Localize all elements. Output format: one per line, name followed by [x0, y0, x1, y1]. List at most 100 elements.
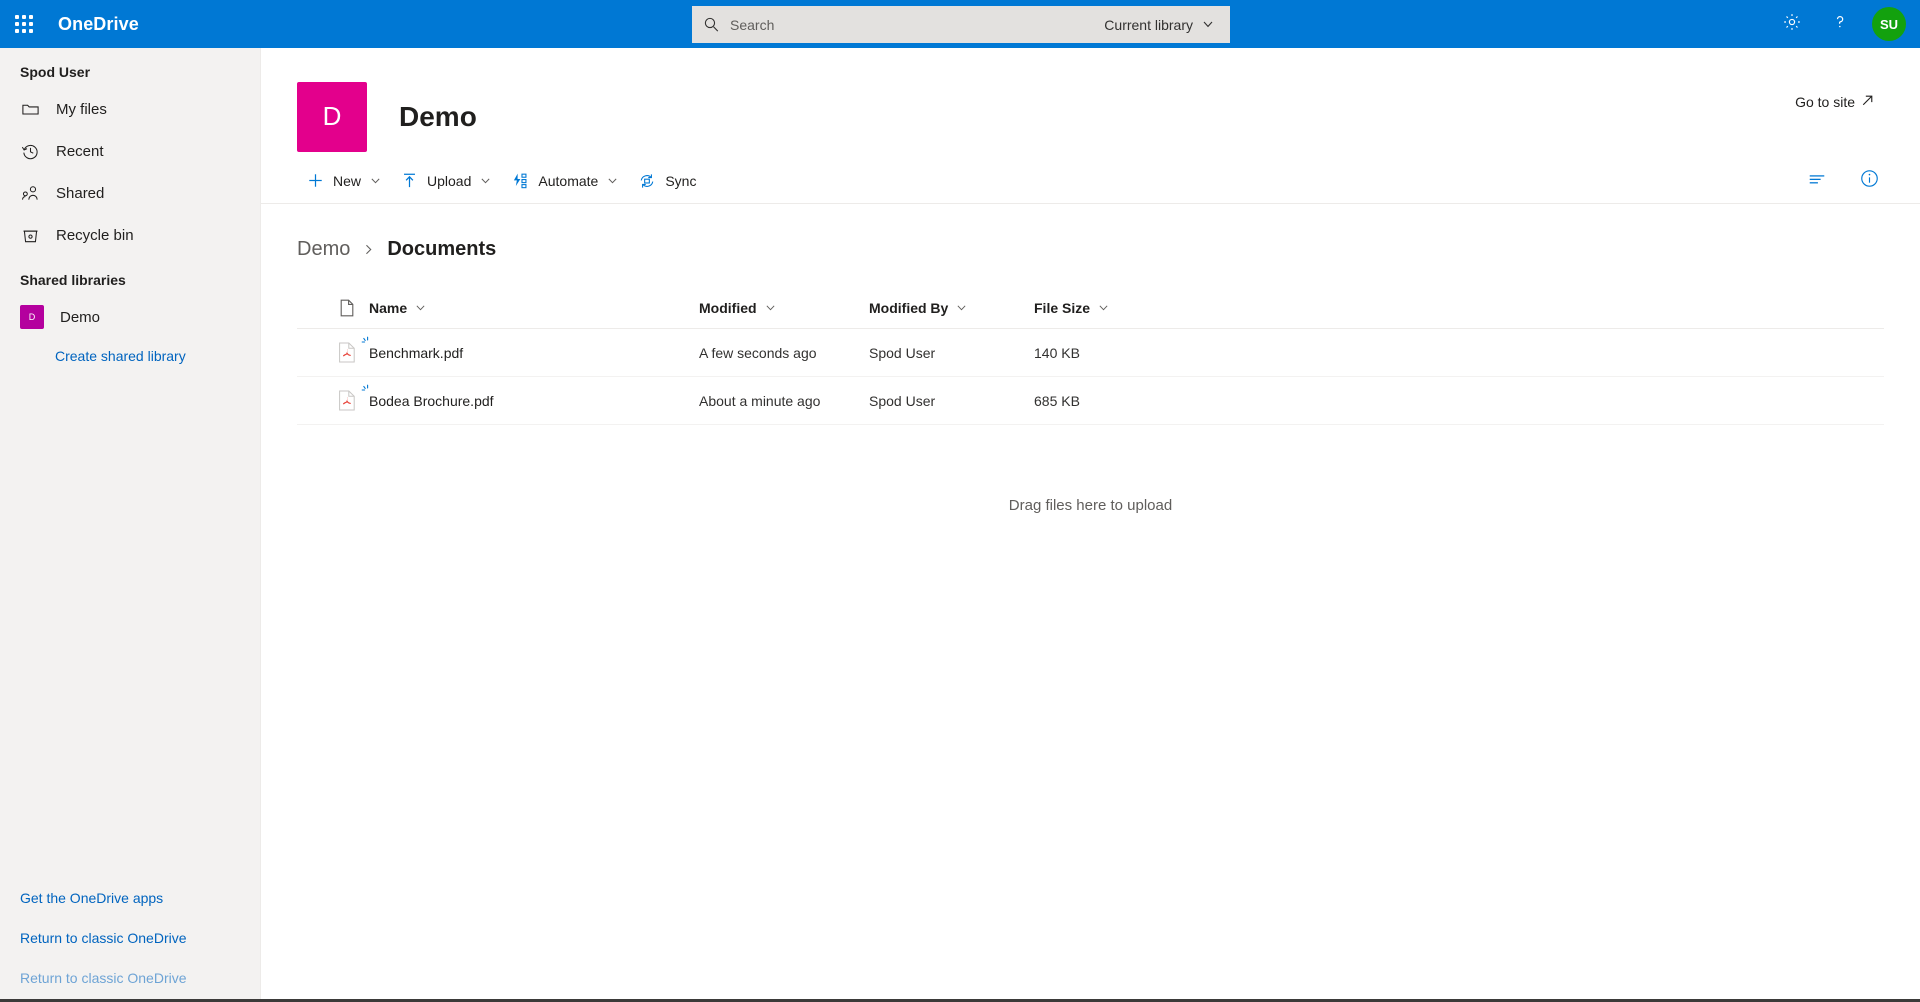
upload-button-label: Upload — [427, 173, 471, 189]
file-modified-cell: A few seconds ago — [699, 345, 869, 361]
column-header-name[interactable]: Name — [369, 287, 699, 328]
brand-title[interactable]: OneDrive — [58, 14, 139, 35]
table-row[interactable]: Benchmark.pdf A few seconds ago Spod Use… — [297, 329, 1884, 377]
file-modified-by-cell: Spod User — [869, 345, 1034, 361]
folder-icon — [20, 100, 40, 119]
create-shared-library-link[interactable]: Create shared library — [0, 338, 260, 374]
column-header-modified-by[interactable]: Modified By — [869, 287, 1034, 328]
sidebar-item-label: Recycle bin — [56, 227, 134, 244]
get-onedrive-apps-link[interactable]: Get the OneDrive apps — [0, 878, 260, 918]
clock-history-icon — [20, 142, 40, 161]
list-view-options-button[interactable] — [1800, 164, 1834, 198]
sidebar-item-recent[interactable]: Recent — [0, 130, 260, 172]
search-scope-selector[interactable]: Current library — [1094, 17, 1230, 33]
sidebar-item-label: Recent — [56, 143, 104, 160]
table-row[interactable]: Bodea Brochure.pdf About a minute ago Sp… — [297, 377, 1884, 425]
site-logo: D — [297, 82, 367, 152]
suite-bar: OneDrive Current library — [0, 0, 1920, 48]
sidebar-item-label: Shared — [56, 185, 104, 202]
main-content: D Demo Go to site New — [261, 48, 1920, 1002]
go-to-site-link[interactable]: Go to site — [1795, 94, 1874, 110]
app-launcher-button[interactable] — [0, 0, 48, 48]
chevron-down-icon — [1202, 17, 1214, 33]
chevron-down-icon — [370, 173, 381, 189]
people-icon — [20, 184, 40, 203]
file-modified-cell: About a minute ago — [699, 393, 869, 409]
column-header-file-size[interactable]: File Size — [1034, 287, 1154, 328]
sync-button-label: Sync — [665, 173, 696, 189]
upload-button[interactable]: Upload — [391, 162, 501, 200]
automate-button-label: Automate — [538, 173, 598, 189]
sidebar-item-library-demo[interactable]: D Demo — [0, 296, 260, 338]
new-button[interactable]: New — [297, 162, 391, 200]
chevron-down-icon — [607, 173, 618, 189]
sidebar-item-label: Demo — [60, 309, 100, 326]
search-box[interactable]: Current library — [692, 6, 1230, 43]
column-header-label: Name — [369, 300, 407, 316]
breadcrumb-item-documents: Documents — [387, 238, 496, 261]
new-item-icon — [359, 335, 373, 352]
column-header-modified[interactable]: Modified — [699, 287, 869, 328]
nav-user-name: Spod User — [0, 48, 260, 88]
file-size-cell: 685 KB — [1034, 393, 1884, 409]
automate-button[interactable]: Automate — [501, 162, 628, 200]
file-name-label: Benchmark.pdf — [369, 345, 463, 361]
file-name-label: Bodea Brochure.pdf — [369, 393, 494, 409]
help-icon — [1830, 12, 1850, 37]
library-tile-icon: D — [20, 305, 44, 329]
column-header-label: File Size — [1034, 300, 1090, 316]
file-list: Name Modified Modified By File Size — [261, 287, 1920, 514]
settings-button[interactable] — [1770, 2, 1814, 46]
column-header-label: Modified By — [869, 300, 948, 316]
column-header-label: Modified — [699, 300, 757, 316]
page-title: Demo — [399, 101, 477, 133]
automate-flow-icon — [511, 172, 529, 190]
upload-arrow-icon — [401, 172, 418, 189]
new-button-label: New — [333, 173, 361, 189]
sidebar-item-recycle-bin[interactable]: Recycle bin — [0, 214, 260, 256]
list-view-options-icon — [1807, 169, 1827, 194]
sidebar-item-shared[interactable]: Shared — [0, 172, 260, 214]
file-modified-by-cell: Spod User — [869, 393, 1034, 409]
info-icon — [1859, 168, 1880, 194]
avatar[interactable]: SU — [1872, 7, 1906, 41]
chevron-right-icon — [362, 243, 375, 256]
info-button[interactable] — [1852, 164, 1886, 198]
search-icon — [692, 16, 730, 33]
return-to-classic-onedrive-link-clipped[interactable]: Return to classic OneDrive — [0, 958, 260, 998]
help-button[interactable] — [1818, 2, 1862, 46]
toolbar-right-actions — [1800, 158, 1886, 204]
sidebar-item-label: My files — [56, 101, 107, 118]
suite-bar-actions: SU — [1770, 0, 1920, 48]
left-nav-footer: Get the OneDrive apps Return to classic … — [0, 878, 260, 1002]
search-input[interactable] — [730, 6, 1094, 43]
trash-icon — [20, 226, 40, 245]
chevron-down-icon — [956, 300, 967, 316]
file-name-cell[interactable]: Benchmark.pdf — [369, 345, 699, 361]
sync-button[interactable]: Sync — [628, 162, 706, 200]
chevron-down-icon — [480, 173, 491, 189]
breadcrumb: Demo Documents — [261, 204, 1920, 261]
left-navigation: Spod User My files Recent — [0, 48, 261, 1002]
chevron-down-icon — [765, 300, 776, 316]
chevron-down-icon — [1098, 300, 1109, 316]
sync-icon — [638, 172, 656, 190]
search-scope-label: Current library — [1104, 17, 1193, 33]
file-name-cell[interactable]: Bodea Brochure.pdf — [369, 393, 699, 409]
go-to-site-label: Go to site — [1795, 94, 1855, 110]
external-link-icon — [1861, 94, 1874, 110]
site-header: D Demo Go to site — [261, 48, 1920, 158]
breadcrumb-item-demo[interactable]: Demo — [297, 238, 350, 261]
drop-zone-message: Drag files here to upload — [297, 497, 1884, 514]
file-size-cell: 140 KB — [1034, 345, 1884, 361]
file-list-header: Name Modified Modified By File Size — [297, 287, 1884, 329]
return-to-classic-onedrive-link[interactable]: Return to classic OneDrive — [0, 918, 260, 958]
sidebar-item-my-files[interactable]: My files — [0, 88, 260, 130]
gear-icon — [1782, 12, 1802, 37]
plus-icon — [307, 172, 324, 189]
chevron-down-icon — [415, 300, 426, 316]
new-item-icon — [359, 383, 373, 400]
document-icon[interactable] — [325, 299, 369, 317]
shared-libraries-heading: Shared libraries — [0, 256, 260, 296]
command-toolbar: New Upload — [261, 158, 1920, 204]
